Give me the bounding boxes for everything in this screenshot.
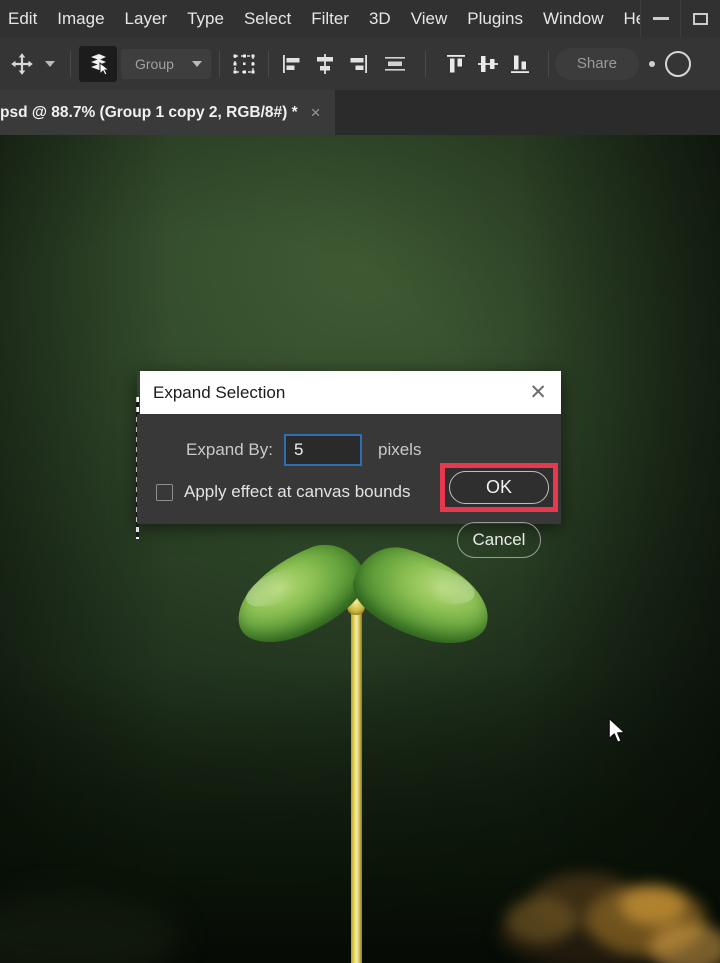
- chevron-down-icon: [191, 60, 202, 67]
- document-tab-title: psd @ 88.7% (Group 1 copy 2, RGB/8#) *: [0, 103, 298, 121]
- move-tool-button[interactable]: [6, 46, 38, 82]
- move-tool-icon: [11, 52, 33, 75]
- menu-item-filter[interactable]: Filter: [301, 10, 359, 27]
- align-vertical-centers-button[interactable]: [472, 46, 504, 82]
- minimize-icon: [652, 17, 669, 20]
- divider: [267, 50, 269, 77]
- align-bottom-edges-button[interactable]: [504, 46, 536, 82]
- expand-by-input[interactable]: 5: [284, 434, 362, 466]
- align-top-edges-button[interactable]: [440, 46, 472, 82]
- soil-blob: [506, 897, 576, 943]
- menu-bar: Edit Image Layer Type Select Filter 3D V…: [0, 0, 720, 37]
- menu-item-view[interactable]: View: [401, 10, 458, 27]
- menu-item-type[interactable]: Type: [177, 10, 234, 27]
- show-transform-controls-icon: [233, 54, 255, 73]
- distribute-horizontally-icon: [384, 56, 405, 71]
- dialog-title-bar: Expand Selection ✕: [140, 371, 561, 414]
- auto-select-target-value: Group: [135, 55, 174, 72]
- align-left-edges-button[interactable]: [277, 46, 309, 82]
- soil-cluster: [490, 837, 720, 963]
- align-top-edges-icon: [446, 54, 465, 72]
- minimize-button[interactable]: [640, 0, 680, 37]
- tool-preset-dropdown[interactable]: [38, 46, 62, 82]
- apply-at-canvas-bounds-row[interactable]: Apply effect at canvas bounds: [156, 482, 411, 502]
- soil-blob: [620, 885, 686, 925]
- menu-item-3d[interactable]: 3D: [359, 10, 401, 27]
- dialog-body: Expand By: 5 pixels Apply effect at canv…: [137, 414, 626, 744]
- align-left-edges-icon: [282, 54, 300, 73]
- apply-at-canvas-bounds-checkbox[interactable]: [156, 483, 173, 501]
- align-right-edges-button[interactable]: [341, 46, 373, 82]
- maximize-icon: [693, 12, 708, 25]
- photoshop-window: Edit Image Layer Type Select Filter 3D V…: [0, 0, 720, 963]
- ok-button[interactable]: OK: [449, 471, 549, 504]
- menu-item-window[interactable]: Window: [533, 10, 613, 27]
- options-bar: Group Share: [0, 37, 720, 90]
- menu-item-select[interactable]: Select: [234, 10, 301, 27]
- expand-by-row: Expand By: 5 pixels: [137, 434, 427, 466]
- close-icon[interactable]: ×: [311, 104, 321, 121]
- divider: [218, 50, 220, 77]
- status-dot-icon: [648, 60, 655, 67]
- sprout-stem: [351, 567, 362, 963]
- show-transform-controls-button[interactable]: [228, 46, 260, 82]
- menu-item-edit[interactable]: Edit: [0, 10, 47, 27]
- divider: [547, 50, 549, 77]
- menu-item-plugins[interactable]: Plugins: [457, 10, 533, 27]
- divider: [424, 50, 426, 77]
- distribute-horizontally-button[interactable]: [379, 46, 411, 82]
- units-label: pixels: [378, 440, 422, 459]
- seedling-photo: [0, 135, 720, 963]
- menu-item-image[interactable]: Image: [47, 10, 114, 27]
- ok-button-highlight: OK: [440, 463, 558, 512]
- auto-select-layers-icon: [91, 53, 110, 76]
- align-vertical-centers-icon: [477, 55, 498, 72]
- align-right-edges-icon: [350, 54, 367, 73]
- share-button[interactable]: Share: [554, 47, 639, 80]
- menu-item-layer[interactable]: Layer: [115, 10, 178, 27]
- apply-at-canvas-bounds-label: Apply effect at canvas bounds: [184, 482, 411, 501]
- document-canvas[interactable]: TEXT TEXT TEXT Expand Selection ✕ Expand…: [0, 135, 720, 963]
- maximize-button[interactable]: [680, 0, 720, 37]
- expand-selection-dialog: Expand Selection ✕ Expand By: 5 pixels A…: [137, 371, 626, 744]
- close-icon[interactable]: ✕: [529, 382, 547, 403]
- window-controls: [640, 0, 720, 37]
- dialog-title: Expand Selection: [153, 382, 286, 402]
- divider: [70, 50, 71, 77]
- document-tab[interactable]: psd @ 88.7% (Group 1 copy 2, RGB/8#) * ×: [0, 90, 335, 135]
- expand-by-label: Expand By:: [186, 440, 273, 459]
- align-bottom-edges-icon: [510, 55, 529, 73]
- align-horizontal-centers-button[interactable]: [309, 46, 341, 82]
- cancel-button[interactable]: Cancel: [457, 522, 541, 558]
- align-horizontal-centers-icon: [316, 53, 333, 74]
- auto-select-button[interactable]: [79, 45, 117, 82]
- document-tab-strip: psd @ 88.7% (Group 1 copy 2, RGB/8#) * ×: [0, 90, 720, 135]
- chevron-down-icon: [45, 60, 55, 67]
- circle-icon[interactable]: [664, 50, 691, 77]
- auto-select-target-dropdown[interactable]: Group: [121, 48, 211, 79]
